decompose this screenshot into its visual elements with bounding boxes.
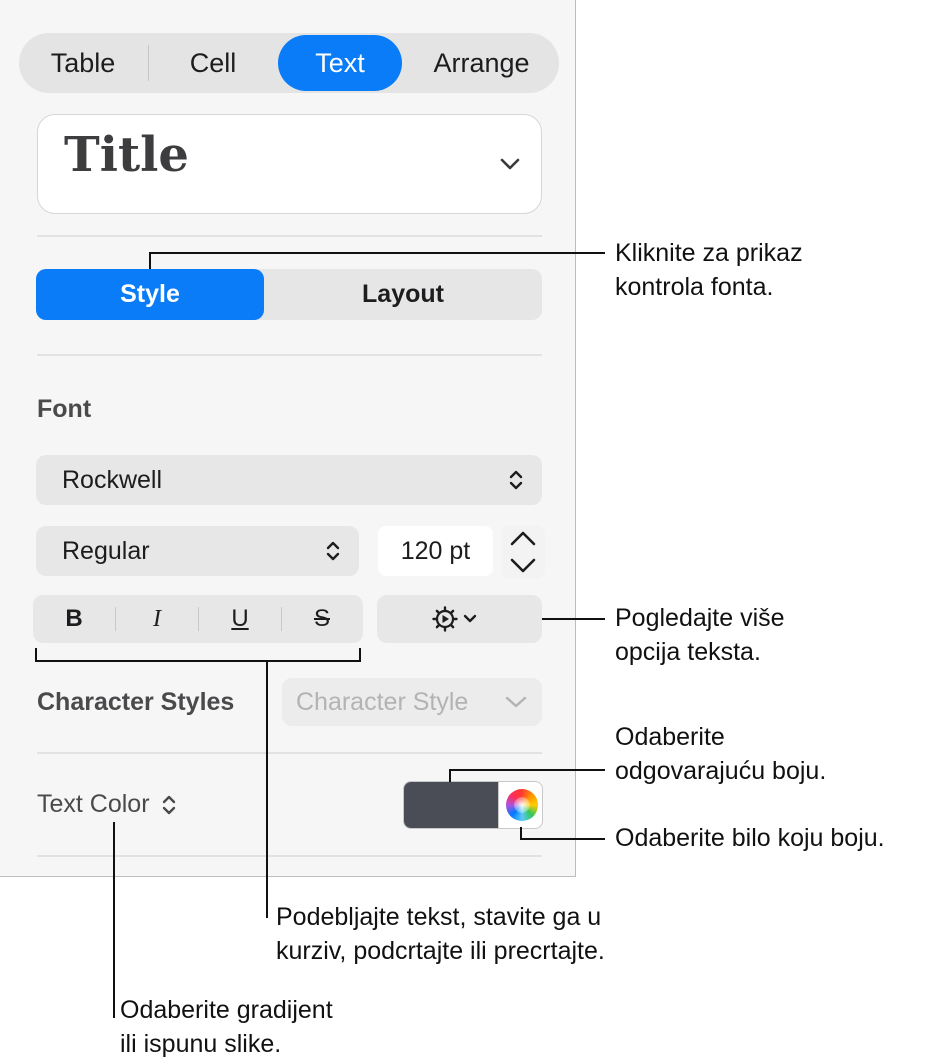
tab-cell[interactable]: Cell: [149, 33, 277, 93]
callout-line: [520, 838, 605, 840]
color-swatch[interactable]: [404, 782, 498, 828]
style-layout-segmented-control: Style Layout: [36, 269, 542, 320]
callout-line: [449, 769, 605, 771]
up-down-chevron-icon: [162, 796, 175, 815]
font-size-stepper[interactable]: [500, 524, 546, 580]
character-style-popup[interactable]: Character Style: [282, 678, 542, 726]
divider: [37, 752, 542, 754]
italic-button[interactable]: I: [116, 595, 198, 643]
more-text-options-button[interactable]: [377, 595, 542, 643]
format-inspector-panel: Table Cell Text Arrange Title Style Layo…: [0, 0, 576, 877]
tab-text[interactable]: Text: [278, 35, 402, 91]
color-well-separator: [498, 782, 499, 828]
callout-line: [149, 252, 605, 254]
strikethrough-button[interactable]: S: [281, 595, 363, 643]
chevron-down-icon: [505, 696, 527, 708]
underline-button[interactable]: U: [199, 595, 281, 643]
tab-table[interactable]: Table: [19, 33, 147, 93]
text-color-popup[interactable]: Text Color: [37, 790, 177, 819]
text-color-label: Text Color: [37, 790, 150, 818]
paragraph-style-popup[interactable]: Title: [37, 114, 542, 214]
gear-icon: [432, 606, 477, 632]
callout-matching-color: Odaberite odgovarajuću boju.: [615, 723, 827, 785]
divider: [37, 235, 542, 237]
callout-line: [149, 252, 151, 269]
bracket-line: [35, 660, 361, 662]
tab-arrange[interactable]: Arrange: [409, 33, 554, 93]
callout-more-options: Pogledajte više opcija teksta.: [615, 604, 785, 666]
divider: [37, 354, 542, 356]
style-button[interactable]: Style: [36, 269, 264, 320]
text-format-buttons: B I U S: [33, 595, 363, 643]
typeface-value: Regular: [62, 537, 150, 565]
callout-line: [542, 618, 605, 620]
callout-any-color: Odaberite bilo koju boju.: [615, 824, 885, 852]
up-down-chevron-icon: [326, 541, 340, 561]
font-size-field[interactable]: 120 pt: [378, 526, 493, 576]
chevron-down-icon: [500, 158, 520, 170]
callout-style-tab: Kliknite za prikaz kontrola fonta.: [615, 239, 803, 301]
paragraph-style-name: Title: [64, 127, 189, 183]
color-well: [403, 781, 543, 829]
typeface-popup[interactable]: Regular: [36, 526, 359, 576]
character-style-value: Character Style: [296, 688, 469, 716]
up-down-chevron-icon: [509, 470, 523, 490]
font-section-label: Font: [37, 395, 92, 423]
color-wheel-icon[interactable]: [506, 789, 538, 821]
callout-format-buttons: Podebljajte tekst, stavite ga u kurziv, …: [276, 903, 605, 965]
font-family-value: Rockwell: [62, 466, 163, 494]
layout-button[interactable]: Layout: [264, 269, 542, 320]
callout-text-color: Odaberite gradijent ili ispunu slike.: [120, 996, 333, 1058]
font-family-popup[interactable]: Rockwell: [36, 455, 542, 505]
callout-line: [113, 822, 115, 1018]
inspector-tab-bar: Table Cell Text Arrange: [19, 33, 559, 93]
bold-button[interactable]: B: [33, 595, 115, 643]
callout-line: [266, 660, 268, 918]
character-styles-label: Character Styles: [37, 688, 235, 716]
